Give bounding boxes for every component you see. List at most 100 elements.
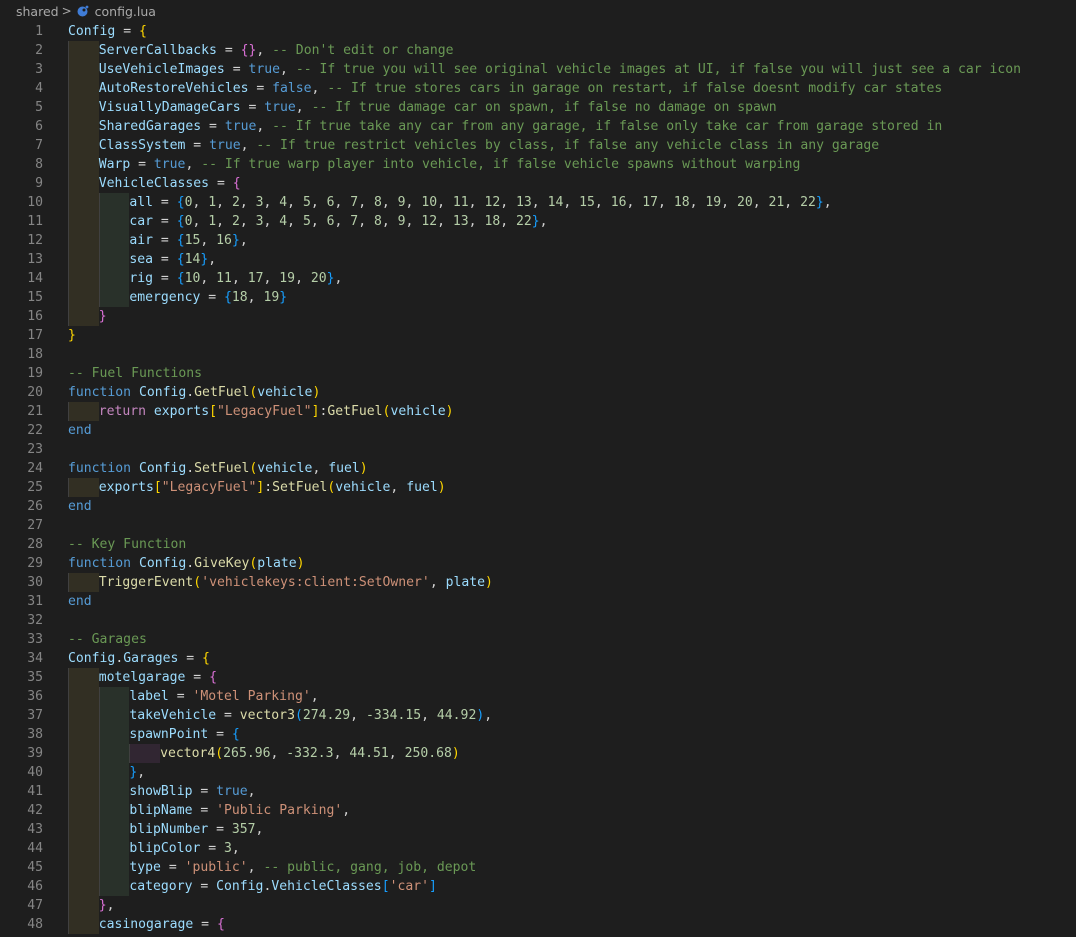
code-token: vehicle [257, 385, 313, 400]
code-line[interactable]: 40}, [0, 763, 1076, 782]
code-text: ServerCallbacks = {}, -- Don't edit or c… [99, 41, 454, 60]
code-line[interactable]: 28 -- Key Function [0, 535, 1076, 554]
code-text: blipName = 'Public Parking', [129, 801, 350, 820]
code-line[interactable]: 9 VehicleClasses = { [0, 174, 1076, 193]
code-line[interactable]: 42 blipName = 'Public Parking', [0, 801, 1076, 820]
code-line[interactable]: 11 car = {0, 1, 2, 3, 4, 5, 6, 7, 8, 9, 1… [0, 212, 1076, 231]
code-line[interactable]: 19 -- Fuel Functions [0, 364, 1076, 383]
indent-guide [68, 706, 69, 725]
code-token: Config [68, 24, 116, 39]
code-line[interactable]: 7 ClassSystem = true, -- If true restrict… [0, 136, 1076, 155]
code-token: [ [381, 879, 390, 894]
code-line[interactable]: 48 casinogarage = { [0, 915, 1076, 934]
code-token: -- If true damage car on spawn, if false… [311, 100, 777, 115]
code-line[interactable]: 33 -- Garages [0, 630, 1076, 649]
code-line[interactable]: 14 rig = {10, 11, 17, 19, 20}, [0, 269, 1076, 288]
code-line[interactable]: 44 blipColor = 3, [0, 839, 1076, 858]
code-token: } [326, 271, 335, 286]
code-line[interactable]: 8 Warp = true, -- If true warp player int… [0, 155, 1076, 174]
code-token: { [224, 290, 232, 305]
code-token: blipName [129, 803, 193, 818]
code-token: 12 [421, 214, 438, 229]
indent-whitespace [98, 706, 130, 725]
code-line[interactable]: 17} [0, 326, 1076, 345]
code-line[interactable]: 25 exports["LegacyFuel"]:SetFuel(vehicle,… [0, 478, 1076, 497]
code-token: , [239, 233, 248, 248]
code-line[interactable]: 29 function Config.GiveKey(plate) [0, 554, 1076, 573]
indent-whitespace [68, 839, 99, 858]
line-number: 8 [35, 157, 43, 172]
code-line[interactable]: 45 type = 'public', -- public, gang, job,… [0, 858, 1076, 877]
line-number: 45 [27, 860, 43, 875]
indent-whitespace [68, 79, 99, 98]
code-line[interactable]: 20 function Config.GetFuel(vehicle) [0, 383, 1076, 402]
code-line[interactable]: 10 all = {0, 1, 2, 3, 4, 5, 6, 7, 8, 9, 1… [0, 193, 1076, 212]
code-line[interactable]: 30 TriggerEvent('vehiclekeys:client:SetOw… [0, 573, 1076, 592]
code-line[interactable]: 39 vector4(265.96, -332.3, 44.51, 250.68) [0, 744, 1076, 763]
code-line[interactable]: 27 [0, 516, 1076, 535]
code-token: , [239, 195, 256, 210]
line-number: 10 [27, 195, 43, 210]
code-token: = [153, 195, 177, 210]
code-line[interactable]: 26 end [0, 497, 1076, 516]
code-line[interactable]: 32 [0, 611, 1076, 630]
code-line[interactable]: 3 UseVehicleImages = true, -- If true you… [0, 60, 1076, 79]
code-text: return exports["LegacyFuel"]:GetFuel(veh… [99, 402, 454, 421]
code-token: } [815, 195, 824, 210]
code-line[interactable]: 21 return exports["LegacyFuel"]:GetFuel(v… [0, 402, 1076, 421]
code-text: end [68, 497, 92, 516]
breadcrumb-file[interactable]: config.lua [95, 4, 156, 19]
code-line[interactable]: 2 ServerCallbacks = {}, -- Don't edit or … [0, 41, 1076, 60]
code-token: Config [138, 385, 187, 400]
code-token: = [193, 917, 217, 932]
code-token: = [216, 708, 240, 723]
code-line[interactable]: 34 Config.Garages = { [0, 649, 1076, 668]
breadcrumb-folder[interactable]: shared [16, 4, 59, 19]
code-line[interactable]: 35 motelgarage = { [0, 668, 1076, 687]
code-line[interactable]: 18 [0, 345, 1076, 364]
code-token: 16 [610, 195, 627, 210]
code-line[interactable]: 38 spawnPoint = { [0, 725, 1076, 744]
code-line[interactable]: 15 emergency = {18, 19} [0, 288, 1076, 307]
code-text: ClassSystem = true, -- If true restrict … [99, 136, 879, 155]
code-line[interactable]: 47}, [0, 896, 1076, 915]
code-token: fuel [328, 461, 360, 476]
code-line[interactable]: 6 SharedGarages = true, -- If true take a… [0, 117, 1076, 136]
code-line[interactable]: 41 showBlip = true, [0, 782, 1076, 801]
code-token: -332.3 [286, 746, 334, 761]
code-token: 274.29 [302, 708, 351, 723]
code-line[interactable]: 24 function Config.SetFuel(vehicle, fuel) [0, 459, 1076, 478]
indent-whitespace [68, 725, 99, 744]
code-line[interactable]: 5 VisuallyDamageCars = true, -- If true d… [0, 98, 1076, 117]
code-token: , [310, 195, 327, 210]
code-line[interactable]: 16} [0, 307, 1076, 326]
code-line[interactable]: 22 end [0, 421, 1076, 440]
indent-whitespace [68, 782, 99, 801]
code-token: true [224, 119, 257, 134]
indent-whitespace [68, 801, 99, 820]
line-number: 33 [27, 632, 43, 647]
indent-whitespace [68, 193, 99, 212]
code-line[interactable]: 12 air = {15, 16}, [0, 231, 1076, 250]
code-token: , [437, 195, 453, 210]
code-line[interactable]: 13 sea = {14}, [0, 250, 1076, 269]
code-token: blipColor [129, 841, 201, 856]
code-line[interactable]: 4 AutoRestoreVehicles = false, -- If true… [0, 79, 1076, 98]
indent-whitespace [68, 858, 99, 877]
indent-guide [98, 250, 100, 269]
code-token: : [264, 480, 273, 495]
line-number: 21 [27, 404, 43, 419]
code-editor[interactable]: 1 Config = {2 ServerCallbacks = {}, -- Don… [0, 22, 1076, 937]
code-line[interactable]: 31 end [0, 592, 1076, 611]
code-token: vehicle [335, 480, 391, 495]
code-line[interactable]: 37 takeVehicle = vector3(274.29, -334.15,… [0, 706, 1076, 725]
code-line[interactable]: 36 label = 'Motel Parking', [0, 687, 1076, 706]
indent-guide [98, 782, 100, 801]
code-line[interactable]: 23 [0, 440, 1076, 459]
code-line[interactable]: 46 category = Config.VehicleClasses['car'… [0, 877, 1076, 896]
code-line[interactable]: 1 Config = { [0, 22, 1076, 41]
indent-guide [68, 269, 69, 288]
code-line[interactable]: 43 blipNumber = 357, [0, 820, 1076, 839]
code-token: , [358, 214, 374, 229]
